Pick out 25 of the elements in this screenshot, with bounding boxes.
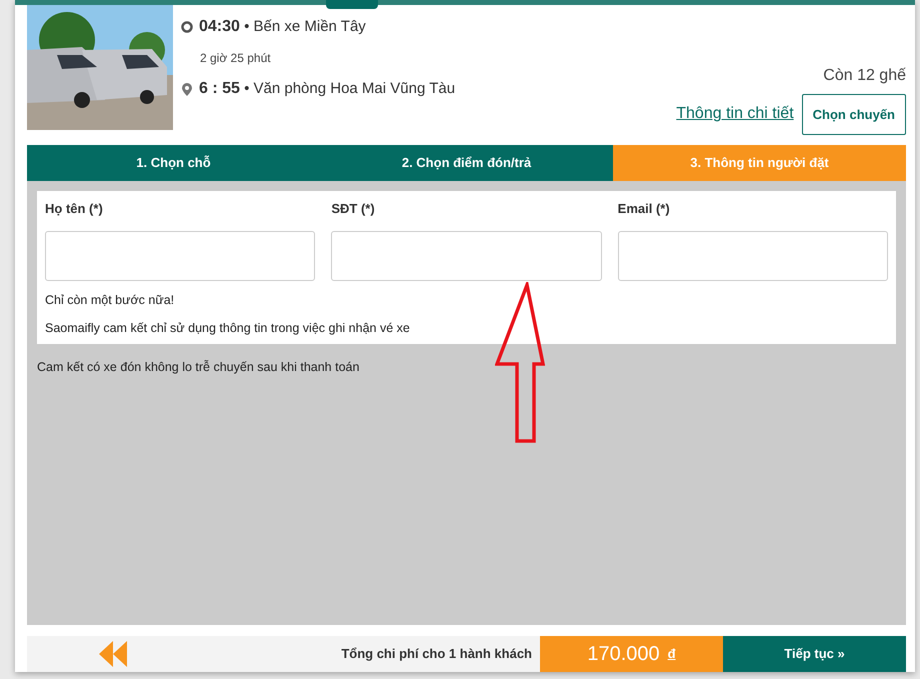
departure-text: 04:30 • Bến xe Miền Tây	[199, 17, 366, 37]
promise-text: Cam kết có xe đón không lo trễ chuyến sau khi thanh toán	[37, 359, 360, 376]
step-tab[interactable]: 2. Chọn điểm đón/trả	[320, 145, 613, 181]
origin-icon	[181, 20, 193, 34]
note-text: Saomaifly cam kết chỉ sử dụng thông tin trong việc ghi nhận vé xe	[45, 320, 411, 338]
field-label: Họ tên (*)	[45, 200, 104, 218]
back-icon[interactable]	[99, 641, 127, 667]
continue-button[interactable]: Tiếp tục »	[723, 636, 906, 672]
arrival-text: 6 : 55 • Văn phòng Hoa Mai Vũng Tàu	[199, 79, 456, 99]
field-label: SĐT (*)	[331, 200, 376, 218]
details-link[interactable]: Thông tin chi tiết	[676, 102, 794, 126]
duration-text: 2 giờ 25 phút	[200, 50, 272, 67]
seats-left-text: Còn 12 ghế	[823, 66, 906, 86]
input-field[interactable]	[618, 230, 888, 280]
choose-trip-button[interactable]: Chọn chuyến	[802, 94, 906, 135]
total-label: Tổng chi phí cho 1 hành khách	[340, 645, 533, 664]
field-label: Email (*)	[618, 200, 671, 218]
input-field[interactable]	[45, 230, 316, 280]
location-pin-icon	[181, 82, 193, 96]
currency-text: đ	[668, 645, 676, 664]
tab-marker	[326, 0, 378, 9]
input-field[interactable]	[331, 230, 602, 280]
price-value: 170.000	[587, 642, 660, 667]
note-text: Chỉ còn một bước nữa!	[45, 292, 176, 308]
step-tab[interactable]: 1. Chọn chỗ	[27, 145, 320, 181]
